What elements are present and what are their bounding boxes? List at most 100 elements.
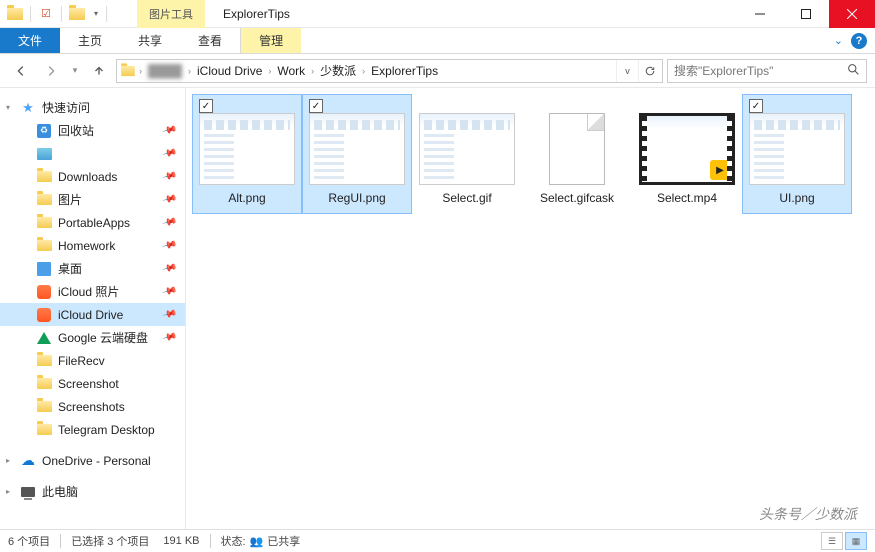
chevron-right-icon[interactable]: ▸ bbox=[6, 456, 10, 465]
folder-icon[interactable] bbox=[66, 3, 88, 25]
sidebar-onedrive[interactable]: ▸ ☁ OneDrive - Personal bbox=[0, 449, 185, 472]
breadcrumb-item[interactable]: ExplorerTips bbox=[367, 64, 442, 78]
file-name: UI.png bbox=[779, 191, 814, 205]
file-item[interactable]: ✓Select.gif bbox=[412, 94, 522, 214]
help-icon[interactable]: ? bbox=[851, 33, 867, 49]
sidebar-item[interactable]: Downloads📌 bbox=[0, 165, 185, 188]
navigation-pane[interactable]: ▾ ★ 快速访问 ♻回收站📌📌Downloads📌图片📌PortableApps… bbox=[0, 88, 186, 529]
status-state-value: 已共享 bbox=[267, 533, 300, 549]
file-item[interactable]: ✓ UI.png bbox=[742, 94, 852, 214]
title-bar: ☑ ▾ 图片工具 ExplorerTips bbox=[0, 0, 875, 28]
sidebar-item[interactable]: 桌面📌 bbox=[0, 257, 185, 280]
breadcrumb-user[interactable]: ████ bbox=[144, 64, 186, 78]
file-checkbox[interactable]: ✓ bbox=[749, 99, 763, 113]
folder-icon bbox=[36, 353, 52, 369]
pin-icon: 📌 bbox=[161, 146, 177, 162]
sidebar-item-label: PortableApps bbox=[58, 216, 130, 230]
pin-icon: 📌 bbox=[161, 123, 177, 139]
folder-icon bbox=[36, 238, 52, 254]
breadcrumb-item[interactable]: 少数派 bbox=[316, 62, 360, 79]
file-name: Select.mp4 bbox=[657, 191, 717, 205]
chevron-down-icon[interactable]: ▾ bbox=[6, 103, 10, 112]
file-name: Select.gif bbox=[442, 191, 491, 205]
ribbon: 文件 主页 共享 查看 管理 ⌄ ? bbox=[0, 28, 875, 54]
sidebar-item-label: Screenshot bbox=[58, 377, 119, 391]
forward-button[interactable] bbox=[38, 58, 64, 84]
sidebar-item[interactable]: Homework📌 bbox=[0, 234, 185, 257]
search-input[interactable]: 搜索"ExplorerTips" bbox=[667, 59, 867, 83]
ribbon-tab-home[interactable]: 主页 bbox=[60, 28, 120, 53]
people-icon: 👥 bbox=[250, 535, 264, 548]
search-icon[interactable] bbox=[847, 63, 860, 79]
up-button[interactable] bbox=[86, 58, 112, 84]
icloud-icon bbox=[36, 284, 52, 300]
file-checkbox[interactable]: ✓ bbox=[199, 99, 213, 113]
sidebar-item-label: iCloud 照片 bbox=[58, 283, 119, 300]
qat-separator bbox=[61, 6, 62, 22]
address-bar[interactable]: › ████ › iCloud Drive › Work › 少数派 › Exp… bbox=[116, 59, 663, 83]
folder-icon bbox=[36, 376, 52, 392]
ribbon-tab-share[interactable]: 共享 bbox=[120, 28, 180, 53]
qat-separator bbox=[106, 6, 107, 22]
chevron-right-icon[interactable]: ▸ bbox=[6, 487, 10, 496]
back-button[interactable] bbox=[8, 58, 34, 84]
sidebar-label: 快速访问 bbox=[42, 99, 90, 116]
breadcrumb-item[interactable]: Work bbox=[273, 64, 309, 78]
sidebar-item[interactable]: iCloud 照片📌 bbox=[0, 280, 185, 303]
search-placeholder: 搜索"ExplorerTips" bbox=[674, 62, 773, 79]
window-title: ExplorerTips bbox=[205, 7, 737, 21]
chevron-right-icon[interactable]: › bbox=[268, 66, 271, 76]
files-pane[interactable]: ✓Alt.png✓RegUI.png✓Select.gif✓Select.gif… bbox=[186, 88, 875, 529]
watermark: 头条号／少数派 bbox=[759, 504, 857, 524]
minimize-button[interactable] bbox=[737, 0, 783, 28]
status-item-count: 6 个项目 bbox=[8, 533, 50, 549]
gdrive-icon bbox=[36, 330, 52, 346]
chevron-right-icon[interactable]: › bbox=[188, 66, 191, 76]
sidebar-item[interactable]: Screenshots bbox=[0, 395, 185, 418]
thumbnails-view-button[interactable]: ▦ bbox=[845, 532, 867, 550]
chevron-right-icon[interactable]: › bbox=[139, 66, 142, 76]
file-item[interactable]: ✓Select.gifcask bbox=[522, 94, 632, 214]
file-item[interactable]: ✓RegUI.png bbox=[302, 94, 412, 214]
folder-props-icon[interactable] bbox=[4, 3, 26, 25]
maximize-button[interactable] bbox=[783, 0, 829, 28]
sidebar-item[interactable]: Screenshot bbox=[0, 372, 185, 395]
sidebar-item[interactable]: Telegram Desktop bbox=[0, 418, 185, 441]
folder-icon bbox=[36, 169, 52, 185]
ribbon-tab-file[interactable]: 文件 bbox=[0, 28, 60, 53]
address-dropdown[interactable]: v bbox=[616, 60, 638, 82]
close-button[interactable] bbox=[829, 0, 875, 28]
sidebar-quick-access[interactable]: ▾ ★ 快速访问 bbox=[0, 96, 185, 119]
sidebar-item-label: iCloud Drive bbox=[58, 308, 123, 322]
file-item[interactable]: ✓Alt.png bbox=[192, 94, 302, 214]
qat-dropdown[interactable]: ▾ bbox=[90, 3, 102, 25]
file-checkbox[interactable]: ✓ bbox=[309, 99, 323, 113]
sidebar-label: OneDrive - Personal bbox=[42, 454, 151, 468]
refresh-button[interactable] bbox=[638, 60, 660, 82]
ribbon-tab-view[interactable]: 查看 bbox=[180, 28, 240, 53]
sidebar-item[interactable]: PortableApps 📌 bbox=[0, 211, 185, 234]
chevron-right-icon[interactable]: › bbox=[362, 66, 365, 76]
file-thumbnail bbox=[309, 113, 405, 185]
recycle-icon: ♻ bbox=[36, 123, 52, 139]
pin-icon: 📌 bbox=[161, 169, 177, 185]
ribbon-expand-icon[interactable]: ⌄ bbox=[834, 34, 843, 47]
file-item[interactable]: ✓▶Select.mp4 bbox=[632, 94, 742, 214]
sidebar-item[interactable]: Google 云端硬盘📌 bbox=[0, 326, 185, 349]
details-view-button[interactable]: ☰ bbox=[821, 532, 843, 550]
pin-icon: 📌 bbox=[161, 192, 177, 208]
ribbon-tab-manage[interactable]: 管理 bbox=[241, 28, 301, 53]
breadcrumb-item[interactable]: iCloud Drive bbox=[193, 64, 266, 78]
chevron-right-icon[interactable]: › bbox=[311, 66, 314, 76]
status-size: 191 KB bbox=[163, 535, 199, 547]
qat-separator bbox=[30, 6, 31, 22]
sidebar-item[interactable]: FileRecv bbox=[0, 349, 185, 372]
sidebar-this-pc[interactable]: ▸ 此电脑 bbox=[0, 480, 185, 503]
sidebar-item[interactable]: 📌 bbox=[0, 142, 185, 165]
recent-dropdown[interactable]: ▾ bbox=[68, 58, 82, 84]
sidebar-item[interactable]: iCloud Drive📌 bbox=[0, 303, 185, 326]
sidebar-item[interactable]: ♻回收站📌 bbox=[0, 119, 185, 142]
sidebar-item[interactable]: 图片📌 bbox=[0, 188, 185, 211]
qat-checkbox[interactable]: ☑ bbox=[35, 3, 57, 25]
pin-icon: 📌 bbox=[161, 215, 177, 231]
